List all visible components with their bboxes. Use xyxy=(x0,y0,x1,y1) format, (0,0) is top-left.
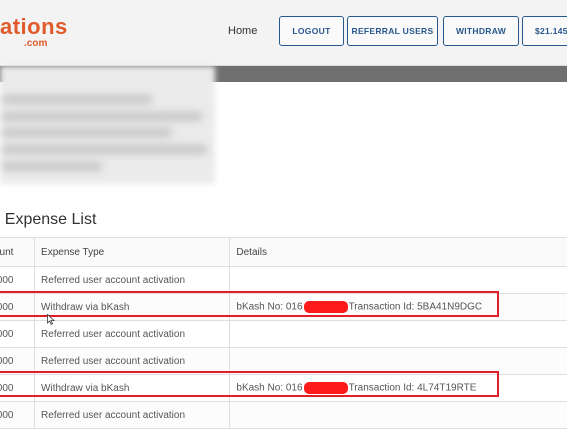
logo-domain: .com xyxy=(24,38,48,49)
blurred-line xyxy=(2,95,152,104)
cell-details xyxy=(229,266,567,294)
nav-home-link[interactable]: Home xyxy=(228,25,257,37)
cell-amount: .000 xyxy=(0,320,36,348)
column-header-amount: ount xyxy=(0,237,36,267)
blurred-line xyxy=(2,145,207,154)
table-row: .000 Withdraw via bKash bKash No: 016 Tra… xyxy=(0,293,567,321)
cell-expense-type: Referred user account activation xyxy=(34,347,231,375)
cell-expense-type: Withdraw via bKash xyxy=(34,374,231,402)
column-header-expense-type: Expense Type xyxy=(34,237,231,267)
cell-amount: .000 xyxy=(0,293,36,321)
withdraw-button[interactable]: WITHDRAW xyxy=(443,16,519,46)
referral-users-button[interactable]: REFERRAL USERS xyxy=(347,16,438,46)
redaction-mark xyxy=(303,382,348,394)
cell-details xyxy=(229,320,567,348)
cell-details xyxy=(229,401,567,429)
table-row: .000 Referred user account activation xyxy=(0,320,567,348)
logout-button[interactable]: LOGOUT xyxy=(279,16,344,46)
cell-amount: .000 xyxy=(0,374,36,402)
details-transaction-id: Transaction Id: 5BA41N9DGC xyxy=(348,301,483,313)
cell-details: bKash No: 016 Transaction Id: 4L74T19RTE xyxy=(229,374,567,402)
cell-amount: .000 xyxy=(0,266,36,294)
cell-details: bKash No: 016 Transaction Id: 5BA41N9DGC xyxy=(229,293,567,321)
cell-expense-type: Referred user account activation xyxy=(34,401,231,429)
expense-list-title: r Expense List xyxy=(0,211,97,228)
details-transaction-id: Transaction Id: 4L74T19RTE xyxy=(348,382,477,394)
redaction-mark xyxy=(303,301,348,313)
cell-amount: .000 xyxy=(0,347,36,375)
cell-amount: .000 xyxy=(0,401,36,429)
details-bkash-number: bKash No: 016 xyxy=(236,301,303,313)
top-navbar: ations .com Home LOGOUT REFERRAL USERS W… xyxy=(0,0,567,66)
column-header-details: Details xyxy=(229,237,567,267)
balance-button[interactable]: $21.145 xyxy=(522,16,567,46)
cell-expense-type: Referred user account activation xyxy=(34,320,231,348)
expense-table: ount Expense Type Details .000 Referred … xyxy=(0,237,567,429)
table-row: .000 Referred user account activation xyxy=(0,401,567,429)
logo-text: ations xyxy=(0,14,68,39)
cell-expense-type: Referred user account activation xyxy=(34,266,231,294)
blurred-line xyxy=(2,112,202,121)
mouse-cursor-icon xyxy=(47,314,55,325)
table-header-row: ount Expense Type Details xyxy=(0,237,567,267)
blurred-line xyxy=(2,162,102,171)
table-row: .000 Referred user account activation xyxy=(0,347,567,375)
cell-details xyxy=(229,347,567,375)
cell-expense-type: Withdraw via bKash xyxy=(34,293,231,321)
site-logo[interactable]: ations .com xyxy=(0,14,70,54)
table-row: .000 Referred user account activation xyxy=(0,266,567,294)
details-bkash-number: bKash No: 016 xyxy=(236,382,303,394)
table-row: .000 Withdraw via bKash bKash No: 016 Tra… xyxy=(0,374,567,402)
blurred-line xyxy=(2,128,172,137)
